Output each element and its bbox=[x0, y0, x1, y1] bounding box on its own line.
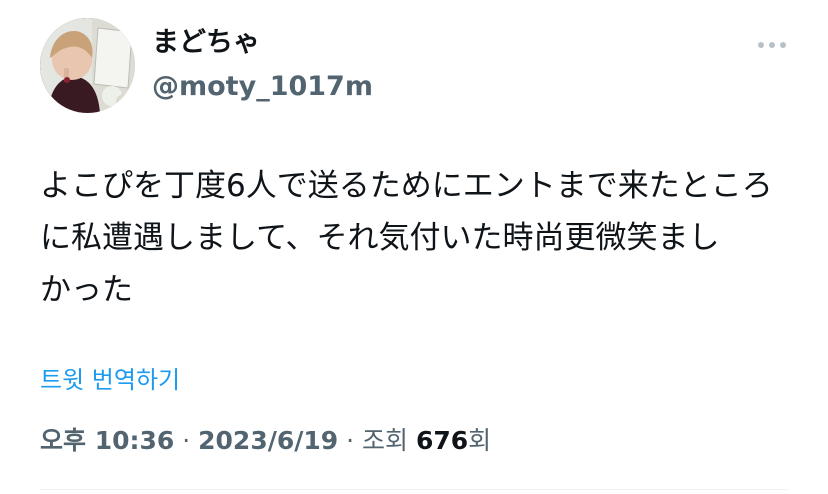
tweet-text: よこぴを丁度6人で送るためにエントまで来たところ に私遭遇しまして、それ気付いた… bbox=[40, 160, 800, 316]
tweet-text-line: かった bbox=[40, 272, 133, 308]
translate-tweet-link[interactable]: 트윗 번역하기 bbox=[40, 364, 180, 396]
views-count: 676 bbox=[415, 426, 469, 455]
avatar[interactable] bbox=[40, 18, 135, 113]
tweet-text-line: よこぴを丁度6人で送るためにエントまで来たところ bbox=[40, 168, 773, 204]
tweet-metadata: 오후 10:36 · 2023/6/19 · 조회 676회 bbox=[40, 424, 491, 458]
meta-separator: · bbox=[174, 426, 199, 455]
more-horizontal-icon bbox=[758, 42, 786, 48]
more-options-button[interactable] bbox=[750, 32, 794, 58]
display-name[interactable]: まどちゃ bbox=[152, 26, 260, 60]
user-handle[interactable]: @moty_1017m bbox=[152, 70, 373, 104]
tweet-text-line: に私遭遇しまして、それ気付いた時尚更微笑まし bbox=[40, 220, 720, 256]
tweet-date[interactable]: 2023/6/19 bbox=[198, 426, 338, 455]
tweet-time[interactable]: 오후 10:36 bbox=[40, 426, 174, 455]
views-suffix: 회 bbox=[468, 426, 492, 455]
views-label: 조회 bbox=[362, 426, 416, 455]
meta-separator: · bbox=[338, 426, 363, 455]
divider bbox=[40, 489, 788, 490]
avatar-image bbox=[40, 18, 135, 113]
